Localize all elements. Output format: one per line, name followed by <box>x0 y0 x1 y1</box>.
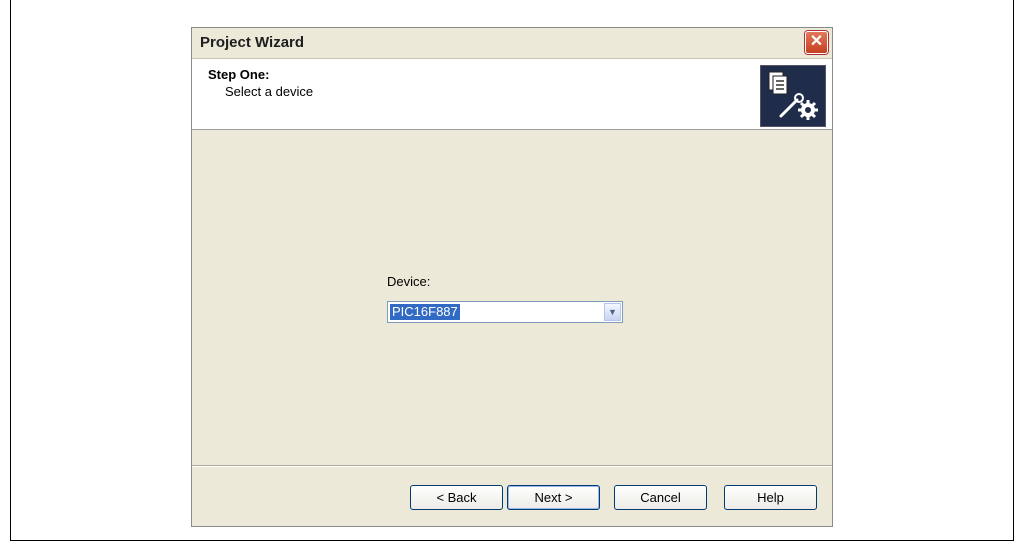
back-button[interactable]: < Back <box>410 485 503 510</box>
cancel-button[interactable]: Cancel <box>614 485 707 510</box>
window-title: Project Wizard <box>200 34 305 51</box>
device-value: PIC16F887 <box>390 304 460 320</box>
help-button[interactable]: Help <box>724 485 817 510</box>
close-icon: ✕ <box>809 33 824 50</box>
next-button[interactable]: Next > <box>507 485 600 510</box>
chevron-down-icon: ▼ <box>608 307 617 317</box>
footer-separator <box>192 465 832 467</box>
close-button[interactable]: ✕ <box>805 31 828 54</box>
step-title: Step One: <box>208 67 270 82</box>
dropdown-button[interactable]: ▼ <box>604 303 621 321</box>
wizard-icon <box>760 65 826 127</box>
wizard-header: Step One: Select a device <box>192 59 832 130</box>
wizard-body: Device: PIC16F887 ▼ <box>192 130 832 465</box>
project-wizard-dialog: Project Wizard ✕ Step One: Select a devi… <box>191 27 833 527</box>
device-select[interactable]: PIC16F887 ▼ <box>387 301 623 323</box>
device-label: Device: <box>387 274 431 289</box>
title-bar: Project Wizard ✕ <box>192 28 832 59</box>
step-subtitle: Select a device <box>225 84 314 99</box>
